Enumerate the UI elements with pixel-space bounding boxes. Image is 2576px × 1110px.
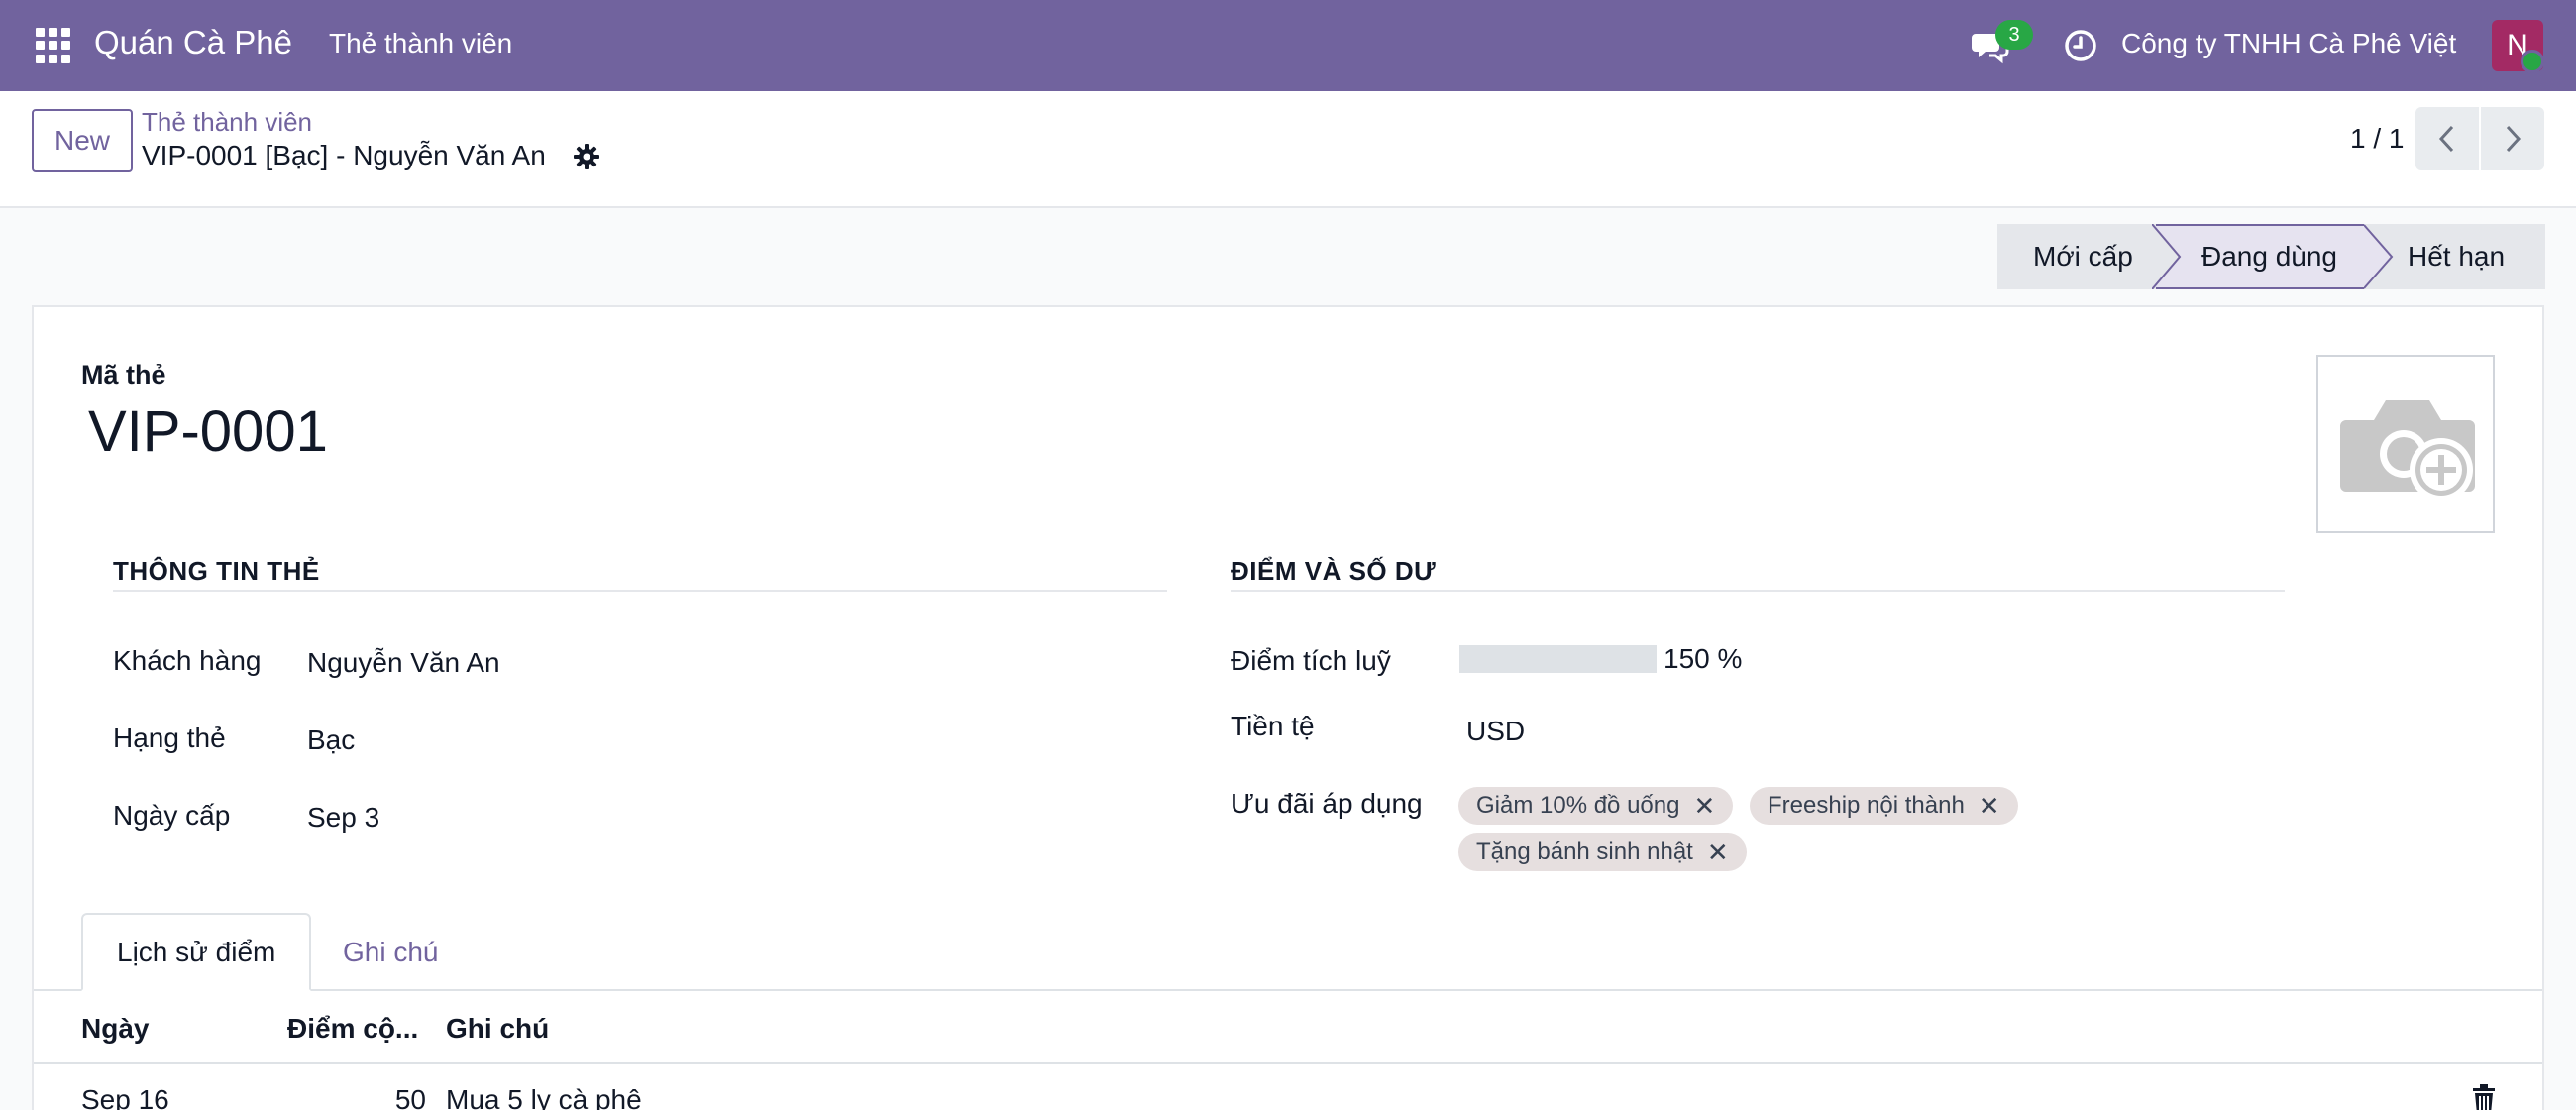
image-upload[interactable] — [2316, 355, 2495, 533]
field-label-perks: Ưu đãi áp dụng — [1231, 788, 1423, 819]
remove-tag-icon[interactable]: ✕ — [1979, 791, 2000, 822]
perk-tag: Freeship nội thành ✕ — [1750, 787, 2018, 825]
field-value-issue-date[interactable]: Sep 3 — [307, 802, 379, 833]
section-divider — [113, 590, 1167, 592]
perk-tag: Giảm 10% đồ uống ✕ — [1458, 787, 1734, 825]
stage-active[interactable]: Đang dùng — [2152, 224, 2364, 289]
cell-note: Mua 5 ly cà phê — [446, 1084, 642, 1110]
remove-tag-icon[interactable]: ✕ — [1693, 791, 1715, 822]
field-label-tier: Hạng thẻ — [113, 722, 226, 753]
chevron-right-icon — [2506, 125, 2522, 153]
points-progress-value: 150 % — [1664, 643, 1743, 674]
pager-previous-button[interactable] — [2415, 107, 2479, 170]
field-label-customer: Khách hàng — [113, 645, 262, 676]
section-title-points: ĐIỂM VÀ SỐ DƯ — [1231, 556, 1437, 586]
perk-tag-label: Freeship nội thành — [1768, 792, 1965, 819]
column-header-points[interactable]: Điểm cộ... — [287, 1013, 418, 1045]
top-navbar: Quán Cà Phê Thẻ thành viên 3 Công ty TNH… — [0, 0, 2576, 91]
menu-item-membership[interactable]: Thẻ thành viên — [329, 28, 512, 59]
tab-points-history[interactable]: Lịch sử điểm — [81, 913, 312, 991]
remove-tag-icon[interactable]: ✕ — [1707, 837, 1729, 868]
perk-tag: Tặng bánh sinh nhật ✕ — [1458, 833, 1747, 871]
chat-count-badge: 3 — [1995, 20, 2033, 50]
cell-date: Sep 16 — [81, 1084, 169, 1110]
field-label-points: Điểm tích luỹ — [1231, 645, 1391, 676]
status-bar: Mới cấp Đang dùng Hết hạn — [1997, 224, 2545, 289]
field-value-tier[interactable]: Bạc — [307, 724, 355, 756]
column-header-date[interactable]: Ngày — [81, 1013, 149, 1045]
camera-add-icon — [2340, 400, 2475, 501]
chevron-left-icon — [2438, 125, 2454, 153]
perk-tag-label: Giảm 10% đồ uống — [1476, 792, 1680, 819]
breadcrumb-parent[interactable]: Thẻ thành viên — [142, 107, 312, 138]
cell-points: 50 — [394, 1084, 426, 1110]
new-button[interactable]: New — [32, 109, 133, 172]
perk-tag-label: Tặng bánh sinh nhật — [1476, 838, 1693, 865]
app-grid-icon[interactable] — [36, 28, 71, 63]
field-label-currency: Tiền tệ — [1231, 711, 1315, 741]
clock-icon[interactable] — [2063, 28, 2098, 63]
field-value-currency[interactable]: USD — [1466, 716, 1525, 747]
tab-notes[interactable]: Ghi chú — [309, 913, 473, 991]
app-brand[interactable]: Quán Cà Phê — [94, 24, 292, 61]
control-panel: New Thẻ thành viên VIP-0001 [Bạc] - Nguy… — [0, 91, 2576, 208]
table-row[interactable]: Sep 16 50 Mua 5 ly cà phê — [34, 1064, 2542, 1110]
code-value[interactable]: VIP-0001 — [88, 398, 328, 465]
points-progress-bar — [1459, 645, 1657, 673]
section-title-card-info: THÔNG TIN THẺ — [113, 556, 320, 586]
section-divider — [1231, 590, 2285, 592]
pager-value[interactable]: 1 / 1 — [2350, 123, 2404, 155]
column-header-note[interactable]: Ghi chú — [446, 1013, 549, 1045]
field-label-issue-date: Ngày cấp — [113, 800, 231, 831]
pager-next-button[interactable] — [2481, 107, 2544, 170]
code-label: Mã thẻ — [81, 360, 166, 389]
company-switcher[interactable]: Công ty TNHH Cà Phê Việt — [2121, 28, 2456, 59]
stage-arrow-left — [2152, 224, 2182, 289]
breadcrumb-current: VIP-0001 [Bạc] - Nguyễn Văn An — [142, 140, 546, 170]
field-value-customer[interactable]: Nguyễn Văn An — [307, 647, 500, 679]
trash-icon[interactable] — [2471, 1084, 2497, 1110]
gear-icon[interactable] — [573, 143, 600, 170]
stage-new[interactable]: Mới cấp — [1997, 224, 2152, 289]
stage-arrow-right — [2364, 224, 2394, 289]
online-status-dot — [2521, 50, 2544, 73]
